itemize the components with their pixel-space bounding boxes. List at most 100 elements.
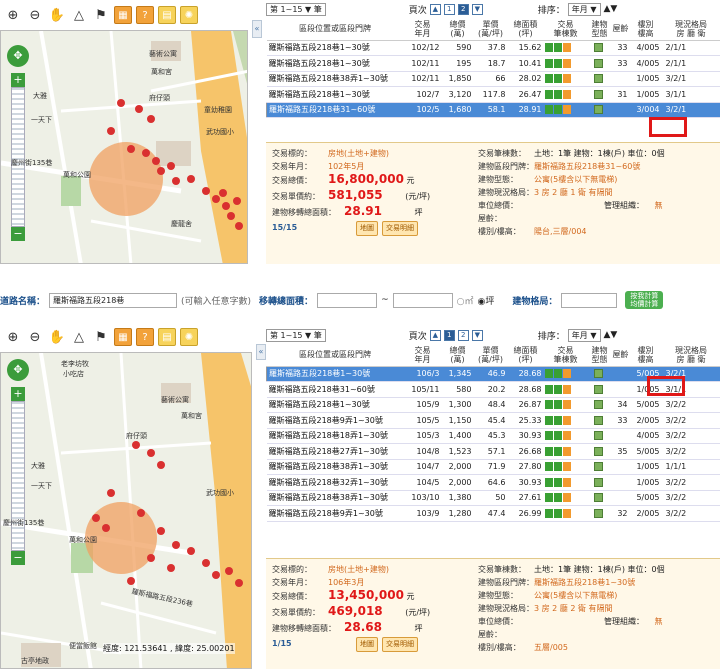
column-header[interactable]: 屋齡: [611, 344, 630, 367]
column-header[interactable]: 交易 年月: [403, 344, 442, 367]
map-button[interactable]: 地圖: [356, 221, 378, 236]
page-next-icon[interactable]: ▼: [471, 3, 483, 15]
building-type-icon: [594, 415, 603, 425]
page-next-icon[interactable]: ▼: [471, 329, 483, 341]
settings-icon[interactable]: ✺: [180, 328, 198, 346]
row-age: [611, 102, 630, 118]
column-header[interactable]: 屋齡: [611, 18, 630, 41]
pan-hand-icon[interactable]: ✋: [48, 328, 66, 346]
table-row[interactable]: 羅斯福路五段218巷32弄1~30號 104/5 2,000 64.6 30.93 1/0…: [266, 474, 720, 491]
zoom-minus-button[interactable]: −: [11, 227, 25, 241]
zoom-out-icon[interactable]: ⊖: [26, 328, 44, 346]
table-row[interactable]: 羅斯福路五段218巷9弄1~30號 103/9 1,280 47.4 26.99 32 2/…: [266, 505, 720, 522]
info-layer-icon[interactable]: ?: [136, 6, 154, 24]
zoom-slider[interactable]: [11, 87, 25, 227]
column-header[interactable]: 總價 (萬): [441, 344, 474, 367]
settings-icon[interactable]: ✺: [180, 6, 198, 24]
sort-direction[interactable]: ▲▼: [604, 4, 618, 14]
column-header[interactable]: 建物 型態: [587, 18, 612, 41]
detail-total: 16,800,000: [328, 172, 404, 186]
row-age: 32: [611, 505, 630, 522]
table-row[interactable]: 羅斯福路五段218巷31~60號 102/5 1,680 58.1 28.91 3/004…: [266, 102, 720, 118]
land-icon: [544, 462, 553, 472]
column-header[interactable]: 交易 筆棟數: [543, 18, 588, 41]
table-row[interactable]: 羅斯福路五段218巷1~30號 102/7 3,120 117.8 26.47 31 1/0…: [266, 86, 720, 103]
column-header[interactable]: 單價 (萬/坪): [473, 18, 508, 41]
pan-hand-icon[interactable]: ✋: [48, 6, 66, 24]
page-1-link[interactable]: 1: [443, 3, 455, 15]
column-header[interactable]: 樓別 樓高: [629, 344, 662, 367]
table-row[interactable]: 羅斯福路五段218巷38弄1~30號 103/10 1,380 50 27.61 5/00…: [266, 490, 720, 506]
map-view[interactable]: ✥ + − 老李坊牧 小吃店 藝術公寓 萬和宮 慶州街135巷 萬和公園 武功國…: [0, 352, 252, 669]
table-icon[interactable]: ▤: [158, 328, 176, 346]
parking-icon: [562, 105, 571, 115]
detail-key: 建物區段門牌：: [478, 162, 534, 171]
zoom-minus-button[interactable]: −: [11, 551, 25, 565]
detail-button[interactable]: 交易明細: [382, 637, 418, 652]
table-row[interactable]: 羅斯福路五段218巷9弄1~30號 105/5 1,150 45.4 25.33 33 2/…: [266, 412, 720, 429]
column-header[interactable]: 樓別 樓高: [629, 18, 662, 41]
column-header[interactable]: 區段位置或區段門牌: [266, 344, 404, 367]
column-header[interactable]: 總面積 (坪): [507, 18, 544, 41]
column-header[interactable]: 建物 型態: [587, 344, 612, 367]
zoom-plus-button[interactable]: +: [11, 387, 25, 401]
page-1-link[interactable]: 1: [443, 329, 455, 341]
column-header[interactable]: 總價 (萬): [441, 18, 474, 41]
table-row[interactable]: 羅斯福路五段218巷1~30號 102/12 590 37.8 15.62 33 4/005…: [266, 40, 720, 56]
page-2-link[interactable]: 2: [457, 329, 469, 341]
grid-layer-icon[interactable]: ▦: [114, 328, 132, 346]
sort-select[interactable]: 年月 ▼: [567, 2, 601, 16]
row-date: 104/7: [403, 459, 442, 475]
pan-compass-icon[interactable]: ✥: [7, 359, 29, 381]
sort-select[interactable]: 年月 ▼: [567, 328, 601, 342]
row-age: [611, 490, 630, 506]
column-header[interactable]: 單價 (萬/坪): [473, 344, 508, 367]
polygon-icon[interactable]: △: [70, 328, 88, 346]
column-header[interactable]: 交易 筆棟數: [543, 344, 588, 367]
sort-direction[interactable]: ▲▼: [604, 330, 618, 340]
table-row[interactable]: 羅斯福路五段218巷38弄1~30號 102/11 1,850 66 28.02 1/00…: [266, 71, 720, 87]
polygon-icon[interactable]: △: [70, 6, 88, 24]
column-header[interactable]: 現況格局 房 廳 衛: [661, 344, 720, 367]
page-prev-icon[interactable]: ▲: [429, 329, 441, 341]
grid-layer-icon[interactable]: ▦: [114, 6, 132, 24]
parking-icon: [562, 384, 571, 394]
row-total: 1,523: [441, 443, 474, 460]
table-row[interactable]: 羅斯福路五段218巷27弄1~30號 104/8 1,523 57.1 26.68 35 5…: [266, 443, 720, 460]
detail-button[interactable]: 交易明細: [382, 221, 418, 236]
zoom-slider[interactable]: [11, 401, 25, 551]
row-total: 1,380: [441, 490, 474, 506]
marker-tool-icon[interactable]: ⚑: [92, 6, 110, 24]
range-select[interactable]: 第 1~15 ▼ 筆: [266, 2, 326, 16]
row-floor: 4/005: [629, 55, 662, 72]
zoom-in-icon[interactable]: ⊕: [4, 6, 22, 24]
collapse-panel-button[interactable]: «: [252, 20, 262, 38]
collapse-panel-button[interactable]: «: [256, 344, 266, 360]
column-header[interactable]: 現況格局 房 廳 衛: [661, 18, 720, 41]
zoom-out-icon[interactable]: ⊖: [26, 6, 44, 24]
table-icon[interactable]: ▤: [158, 6, 176, 24]
building-icon: [553, 369, 562, 379]
column-header[interactable]: 區段位置或區段門牌: [266, 18, 404, 41]
info-layer-icon[interactable]: ?: [136, 328, 154, 346]
zoom-in-icon[interactable]: ⊕: [4, 328, 22, 346]
map-view[interactable]: ✥ + − 藝術公寓 萬和宮 慶州街135巷 萬和公園 府仔頭 一天下 大雅 武…: [0, 30, 248, 264]
marker-tool-icon[interactable]: ⚑: [92, 328, 110, 346]
page-prev-icon[interactable]: ▲: [429, 3, 441, 15]
map-button[interactable]: 地圖: [356, 637, 378, 652]
column-header[interactable]: 交易 年月: [403, 18, 442, 41]
page-2-link[interactable]: 2: [457, 3, 469, 15]
table-row[interactable]: 羅斯福路五段218巷1~30號 105/9 1,300 48.4 26.87 34 5/00…: [266, 397, 720, 413]
parking-icon: [562, 477, 571, 487]
row-layout: 3/2/2: [661, 505, 720, 522]
table-row[interactable]: 羅斯福路五段218巷1~30號 102/11 195 18.7 10.41 33 4/005…: [266, 55, 720, 72]
column-header[interactable]: 總面積 (坪): [507, 344, 544, 367]
zoom-plus-button[interactable]: +: [11, 73, 25, 87]
range-select[interactable]: 第 1~15 ▼ 筆: [266, 328, 326, 342]
table-row[interactable]: 羅斯福路五段218巷18弄1~30號 105/3 1,400 45.3 30.93 4/0…: [266, 428, 720, 444]
map-label: 一天下: [31, 116, 52, 124]
detail-total-unit: 元: [406, 592, 415, 601]
row-unit-price: 58.1: [473, 102, 508, 118]
table-row[interactable]: 羅斯福路五段218巷38弄1~30號 104/7 2,000 71.9 27.80 1/0…: [266, 459, 720, 475]
pan-compass-icon[interactable]: ✥: [7, 45, 29, 67]
